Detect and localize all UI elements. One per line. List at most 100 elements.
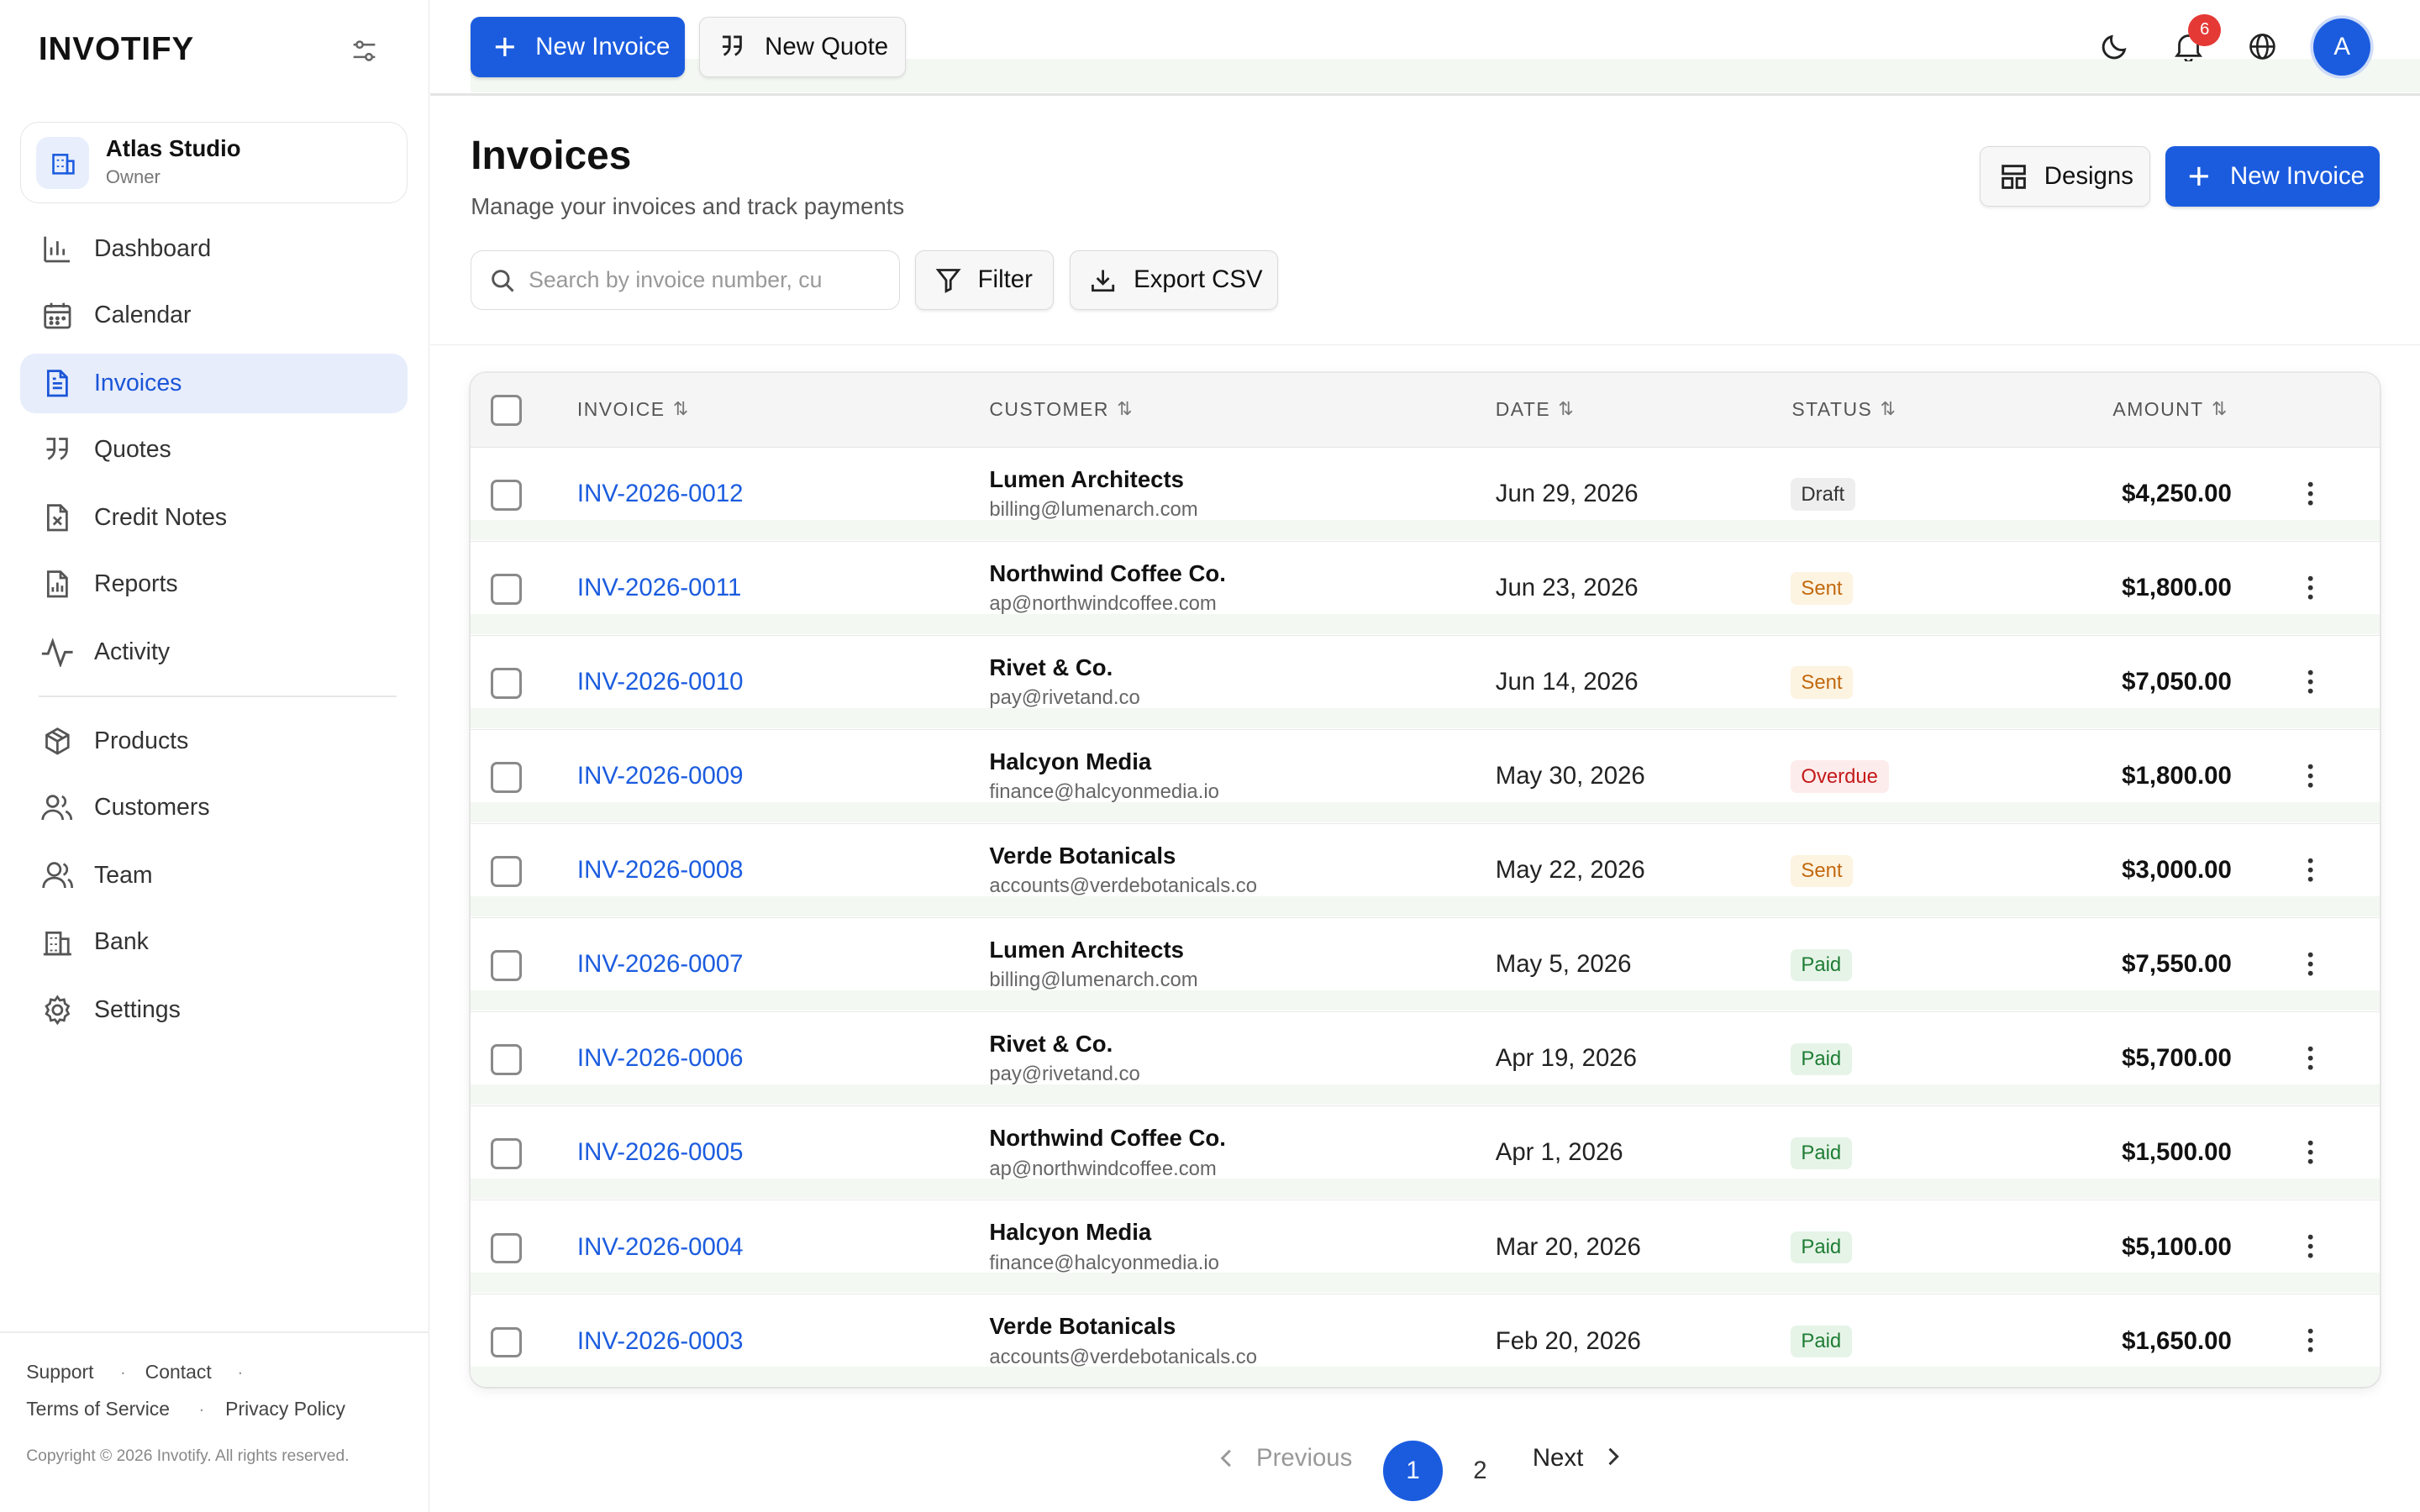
column-header-invoice[interactable]: INVOICE ⇅ xyxy=(577,398,690,421)
customer-name: Lumen Architects xyxy=(989,465,1184,492)
row-highlight-strip xyxy=(471,519,2381,540)
row-checkbox[interactable] xyxy=(491,1326,522,1358)
sidebar-item-team[interactable]: Team xyxy=(20,846,408,906)
invoice-number-link[interactable]: INV-2026-0004 xyxy=(577,1233,744,1262)
invoice-date: Feb 20, 2026 xyxy=(1495,1326,1641,1355)
more-options-icon[interactable] xyxy=(2300,1134,2322,1171)
row-checkbox[interactable] xyxy=(491,950,522,982)
search-input[interactable] xyxy=(529,266,869,293)
new-invoice-button[interactable]: New Invoice xyxy=(2165,146,2381,207)
column-header-amount[interactable]: AMOUNT ⇅ xyxy=(2112,398,2228,421)
more-options-icon[interactable] xyxy=(2300,1228,2322,1265)
user-avatar[interactable]: A xyxy=(2313,18,2371,76)
pagination-page-2[interactable]: 2 xyxy=(1459,1441,1502,1501)
customer-name: Verde Botanicals xyxy=(989,842,1176,869)
row-checkbox[interactable] xyxy=(491,480,522,511)
invoice-number-link[interactable]: INV-2026-0007 xyxy=(577,950,744,979)
table-row[interactable]: INV-2026-0009 Halcyon Media finance@halc… xyxy=(471,730,2381,824)
footer-separator: . xyxy=(198,1394,205,1416)
invoice-number-link[interactable]: INV-2026-0005 xyxy=(577,1138,744,1167)
column-header-date[interactable]: DATE ⇅ xyxy=(1496,398,1575,421)
customer-email: finance@halcyonmedia.io xyxy=(989,780,1219,804)
sidebar-item-quotes[interactable]: Quotes xyxy=(20,420,408,480)
customer-email: ap@northwindcoffee.com xyxy=(989,1157,1217,1180)
invoice-number-link[interactable]: INV-2026-0010 xyxy=(577,668,744,696)
more-options-icon[interactable] xyxy=(2300,1322,2322,1359)
sidebar-item-invoices[interactable]: Invoices xyxy=(19,353,408,414)
row-checkbox[interactable] xyxy=(491,856,522,888)
sidebar-item-label: Credit Notes xyxy=(94,503,228,531)
more-options-icon[interactable] xyxy=(2300,946,2322,983)
organization-role: Owner xyxy=(105,165,160,187)
pagination-previous[interactable]: Previous xyxy=(1219,1444,1352,1473)
sidebar-item-reports[interactable]: Reports xyxy=(20,554,408,614)
support-link[interactable]: Support xyxy=(26,1361,93,1383)
app-logo: INVOTIFY xyxy=(38,30,195,67)
select-all-checkbox[interactable] xyxy=(491,395,522,426)
row-highlight-strip xyxy=(471,613,2381,634)
dark-mode-moon-icon[interactable] xyxy=(2097,29,2131,63)
invoice-date: Jun 14, 2026 xyxy=(1495,668,1639,696)
more-options-icon[interactable] xyxy=(2300,664,2322,701)
invoice-number-link[interactable]: INV-2026-0006 xyxy=(577,1044,744,1073)
more-options-icon[interactable] xyxy=(2300,475,2322,512)
invoice-number-link[interactable]: INV-2026-0003 xyxy=(577,1327,744,1356)
status-badge: Paid xyxy=(1790,1137,1853,1170)
more-options-icon[interactable] xyxy=(2300,1040,2322,1077)
plus-icon xyxy=(2184,161,2215,192)
sidebar-item-label: Dashboard xyxy=(94,235,212,263)
row-highlight-strip xyxy=(471,1273,2381,1294)
invoice-number-link[interactable]: INV-2026-0009 xyxy=(577,762,744,790)
privacy-link[interactable]: Privacy Policy xyxy=(225,1398,345,1420)
designs-button[interactable]: Designs xyxy=(1980,146,2150,207)
table-row[interactable]: INV-2026-0008 Verde Botanicals accounts@… xyxy=(471,824,2381,918)
pagination-page-1[interactable]: 1 xyxy=(1382,1441,1444,1502)
search-box[interactable] xyxy=(471,249,900,311)
row-checkbox[interactable] xyxy=(491,574,522,605)
nav-divider xyxy=(38,696,397,698)
terms-link[interactable]: Terms of Service xyxy=(26,1398,170,1420)
table-row[interactable]: INV-2026-0007 Lumen Architects billing@l… xyxy=(471,918,2381,1012)
globe-icon[interactable] xyxy=(2245,29,2279,63)
new-invoice-top-button[interactable]: New Invoice xyxy=(471,17,686,77)
invoice-number-link[interactable]: INV-2026-0011 xyxy=(577,574,741,602)
table-row[interactable]: INV-2026-0012 Lumen Architects billing@l… xyxy=(471,448,2381,542)
column-header-customer[interactable]: CUSTOMER ⇅ xyxy=(989,398,1134,421)
sidebar-item-calendar[interactable]: Calendar xyxy=(20,286,408,346)
table-row[interactable]: INV-2026-0006 Rivet & Co. pay@rivetand.c… xyxy=(471,1012,2381,1106)
column-header-status[interactable]: STATUS ⇅ xyxy=(1791,398,1897,421)
row-checkbox[interactable] xyxy=(491,1138,522,1170)
sidebar-settings-icon[interactable] xyxy=(350,37,378,65)
table-row[interactable]: INV-2026-0010 Rivet & Co. pay@rivetand.c… xyxy=(471,636,2381,730)
filter-button[interactable]: Filter xyxy=(915,249,1055,311)
sidebar-item-products[interactable]: Products xyxy=(20,711,408,772)
more-options-icon[interactable] xyxy=(2300,852,2322,889)
sidebar-item-bank[interactable]: Bank xyxy=(20,911,408,972)
table-row[interactable]: INV-2026-0011 Northwind Coffee Co. ap@no… xyxy=(471,542,2381,636)
organization-switcher[interactable]: Atlas Studio Owner xyxy=(19,122,408,204)
more-options-icon[interactable] xyxy=(2300,758,2322,795)
header-label: INVOICE xyxy=(576,397,666,420)
export-csv-button[interactable]: Export CSV xyxy=(1069,249,1278,311)
status-badge: Paid xyxy=(1790,1325,1853,1358)
row-checkbox[interactable] xyxy=(491,1232,522,1264)
contact-link[interactable]: Contact xyxy=(145,1361,212,1383)
row-checkbox[interactable] xyxy=(491,762,522,794)
more-options-icon[interactable] xyxy=(2300,570,2322,606)
sidebar-item-dashboard[interactable]: Dashboard xyxy=(20,219,408,280)
sidebar-item-credit-notes[interactable]: Credit Notes xyxy=(20,487,408,548)
pagination-next[interactable]: Next xyxy=(1533,1444,1620,1473)
building-icon xyxy=(36,136,89,190)
row-checkbox[interactable] xyxy=(491,1044,522,1076)
row-checkbox[interactable] xyxy=(491,668,522,699)
new-quote-top-button[interactable]: New Quote xyxy=(699,17,907,77)
table-row[interactable]: INV-2026-0004 Halcyon Media finance@halc… xyxy=(471,1200,2381,1294)
sidebar-item-customers[interactable]: Customers xyxy=(20,778,408,838)
invoice-number-link[interactable]: INV-2026-0012 xyxy=(577,480,744,508)
sidebar-item-settings[interactable]: Settings xyxy=(20,979,408,1040)
sidebar-item-label: Reports xyxy=(94,570,178,597)
table-row[interactable]: INV-2026-0005 Northwind Coffee Co. ap@no… xyxy=(471,1106,2381,1200)
sidebar-item-activity[interactable]: Activity xyxy=(20,622,408,682)
table-row[interactable]: INV-2026-0003 Verde Botanicals accounts@… xyxy=(471,1294,2381,1388)
invoice-number-link[interactable]: INV-2026-0008 xyxy=(577,856,744,885)
